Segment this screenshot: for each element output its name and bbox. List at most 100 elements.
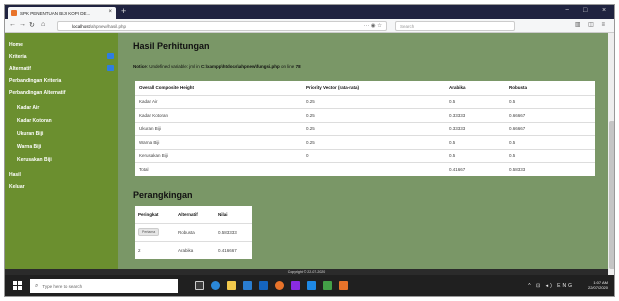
vertical-scrollbar[interactable] bbox=[608, 33, 614, 275]
word-icon[interactable] bbox=[307, 281, 316, 290]
windows-taskbar: ⌕ Type here to search ^ ⊡ ◂) ENG 1:07 AM… bbox=[5, 275, 614, 296]
table-cell: 0.25 bbox=[302, 135, 445, 149]
table-row: Kadar Air 0.25 0.5 0.5 bbox=[135, 94, 595, 109]
browser-window: SPK PENENTUAN BIJI KOPI DE... × + − □ × … bbox=[4, 4, 615, 297]
table-header-row: Peringkat Alternatif Nilai bbox=[135, 206, 252, 223]
table-cell: 0.25 bbox=[302, 121, 445, 136]
column-header: Nilai bbox=[218, 211, 228, 217]
address-bar[interactable]: localhost/ahpnew/hasil.php ··· ◉ ☆ bbox=[57, 21, 387, 31]
search-input[interactable]: Search bbox=[395, 21, 515, 31]
table-row: Pertama Robusta 0.583333 bbox=[135, 222, 252, 241]
table-cell: Pertama bbox=[135, 222, 175, 241]
favicon-icon bbox=[11, 10, 17, 16]
maximize-icon[interactable]: □ bbox=[583, 7, 587, 14]
table-row: Ukuran Biji 0.25 0.33333 0.66667 bbox=[135, 121, 595, 136]
browser-tab[interactable]: SPK PENENTUAN BIJI KOPI DE... × bbox=[8, 7, 116, 19]
xampp-icon[interactable] bbox=[339, 281, 348, 290]
column-header: Alternatif bbox=[178, 211, 198, 217]
search-placeholder: Search bbox=[400, 23, 415, 29]
ranking-table: Peringkat Alternatif Nilai Pertama Robus… bbox=[135, 206, 252, 259]
table-cell: Kadar Air bbox=[135, 94, 302, 109]
sidebar: Home Kriteria Alternatif Perbandingan Kr… bbox=[5, 33, 118, 275]
table-row: Kerusakan Biji 0 0.5 0.5 bbox=[135, 148, 595, 163]
table-cell: Kerusakan Biji bbox=[135, 148, 302, 163]
file-explorer-icon[interactable] bbox=[227, 281, 236, 290]
php-notice: Notice: Undefined variable: jml in C:\xa… bbox=[133, 64, 301, 69]
forward-icon[interactable]: → bbox=[19, 21, 26, 28]
table-cell: 0.41667 bbox=[445, 162, 505, 176]
sidebar-item-warna-biji[interactable]: Warna Biji bbox=[17, 144, 41, 150]
rank-badge: Pertama bbox=[138, 228, 160, 236]
alternatif-badge bbox=[107, 65, 114, 71]
sidebar-item-kerusakan-biji[interactable]: Kerusakan Biji bbox=[17, 157, 52, 163]
sidebar-item-ukuran-biji[interactable]: Ukuran Biji bbox=[17, 131, 43, 137]
sidebar-item-perbandingan-kriteria[interactable]: Perbandingan Kriteria bbox=[9, 78, 61, 84]
sidebar-item-kriteria[interactable]: Kriteria bbox=[9, 54, 27, 60]
table-cell: Warna Biji bbox=[135, 135, 302, 149]
column-header: Arabika bbox=[449, 85, 466, 91]
table-cell: 0.25 bbox=[302, 108, 445, 122]
page-actions-icon[interactable]: ··· ◉ ☆ bbox=[364, 23, 382, 29]
sidebar-item-kadar-air[interactable]: Kadar Air bbox=[17, 105, 39, 111]
table-cell: Ukuran Biji bbox=[135, 121, 302, 136]
taskbar-search-placeholder: Type here to search bbox=[42, 283, 83, 289]
table-row: 2 Arabika 0.416667 bbox=[135, 240, 252, 259]
new-tab-icon[interactable]: + bbox=[121, 7, 126, 16]
home-icon[interactable]: ⌂ bbox=[41, 21, 45, 28]
mail-icon[interactable] bbox=[259, 281, 268, 290]
tab-close-icon[interactable]: × bbox=[108, 9, 112, 15]
table-cell bbox=[302, 162, 445, 176]
taskbar-search-input[interactable]: ⌕ Type here to search bbox=[30, 279, 178, 293]
table-cell: 0.5 bbox=[505, 94, 595, 109]
table-header-row: Overall Composite Height Priority Vector… bbox=[135, 81, 595, 95]
sidebar-item-hasil[interactable]: Hasil bbox=[9, 172, 21, 178]
edge-icon[interactable] bbox=[211, 281, 220, 290]
table-cell: 0.5 bbox=[505, 135, 595, 149]
reload-icon[interactable]: ↻ bbox=[29, 21, 35, 29]
search-icon: ⌕ bbox=[35, 282, 39, 289]
ranking-title: Perangkingan bbox=[133, 190, 193, 200]
store-icon[interactable] bbox=[243, 281, 252, 290]
table-cell: 0.66667 bbox=[505, 121, 595, 136]
table-cell: 0.5 bbox=[445, 135, 505, 149]
table-total-row: Total 0.41667 0.58333 bbox=[135, 162, 595, 176]
table-cell: 0.25 bbox=[302, 94, 445, 109]
composite-table: Overall Composite Height Priority Vector… bbox=[135, 81, 595, 176]
table-cell: Arabika bbox=[175, 240, 215, 259]
app-icon[interactable] bbox=[323, 281, 332, 290]
app-icon[interactable] bbox=[291, 281, 300, 290]
table-cell: 0.66667 bbox=[505, 108, 595, 122]
table-cell: 0 bbox=[302, 148, 445, 163]
sidebar-item-keluar[interactable]: Keluar bbox=[9, 184, 25, 190]
navigation-bar: ← → ↻ ⌂ localhost/ahpnew/hasil.php ··· ◉… bbox=[5, 19, 614, 33]
table-cell: 0.5 bbox=[445, 148, 505, 163]
table-row: Kadar Kotoran 0.25 0.33333 0.66667 bbox=[135, 108, 595, 122]
url-text: localhost/ahpnew/hasil.php bbox=[72, 23, 127, 29]
sidebar-item-home[interactable]: Home bbox=[9, 42, 23, 48]
minimize-icon[interactable]: − bbox=[565, 7, 569, 14]
column-header: Peringkat bbox=[138, 211, 159, 217]
column-header: Robusta bbox=[509, 85, 527, 91]
sidebar-item-alternatif[interactable]: Alternatif bbox=[9, 66, 31, 72]
table-cell: 0.33333 bbox=[445, 108, 505, 122]
table-cell: 0.5 bbox=[505, 148, 595, 163]
table-row: Warna Biji 0.25 0.5 0.5 bbox=[135, 135, 595, 149]
web-page: Home Kriteria Alternatif Perbandingan Kr… bbox=[5, 33, 608, 275]
firefox-icon[interactable] bbox=[275, 281, 284, 290]
table-cell: 0.416667 bbox=[215, 240, 252, 259]
sidebar-item-kadar-kotoran[interactable]: Kadar Kotoran bbox=[17, 118, 52, 124]
close-window-icon[interactable]: × bbox=[602, 7, 606, 14]
task-view-icon[interactable] bbox=[195, 281, 204, 290]
system-tray-icons[interactable]: ^ ⊡ ◂) ENG bbox=[528, 283, 574, 289]
toolbar-icons[interactable]: ▥ ◫ ≡ bbox=[575, 21, 608, 28]
clock[interactable]: 1:07 AM 22/07/2020 bbox=[588, 280, 608, 290]
table-cell: 2 bbox=[135, 240, 175, 259]
kriteria-badge bbox=[107, 53, 114, 59]
back-icon[interactable]: ← bbox=[9, 21, 16, 28]
sidebar-item-perbandingan-alternatif[interactable]: Perbandingan Alternatif bbox=[9, 90, 66, 96]
scrollbar-thumb[interactable] bbox=[609, 121, 614, 269]
table-cell: 0.58333 bbox=[505, 162, 595, 176]
windows-start-icon[interactable] bbox=[13, 281, 22, 290]
table-cell: Kadar Kotoran bbox=[135, 108, 302, 122]
page-title: Hasil Perhitungan bbox=[133, 41, 210, 51]
